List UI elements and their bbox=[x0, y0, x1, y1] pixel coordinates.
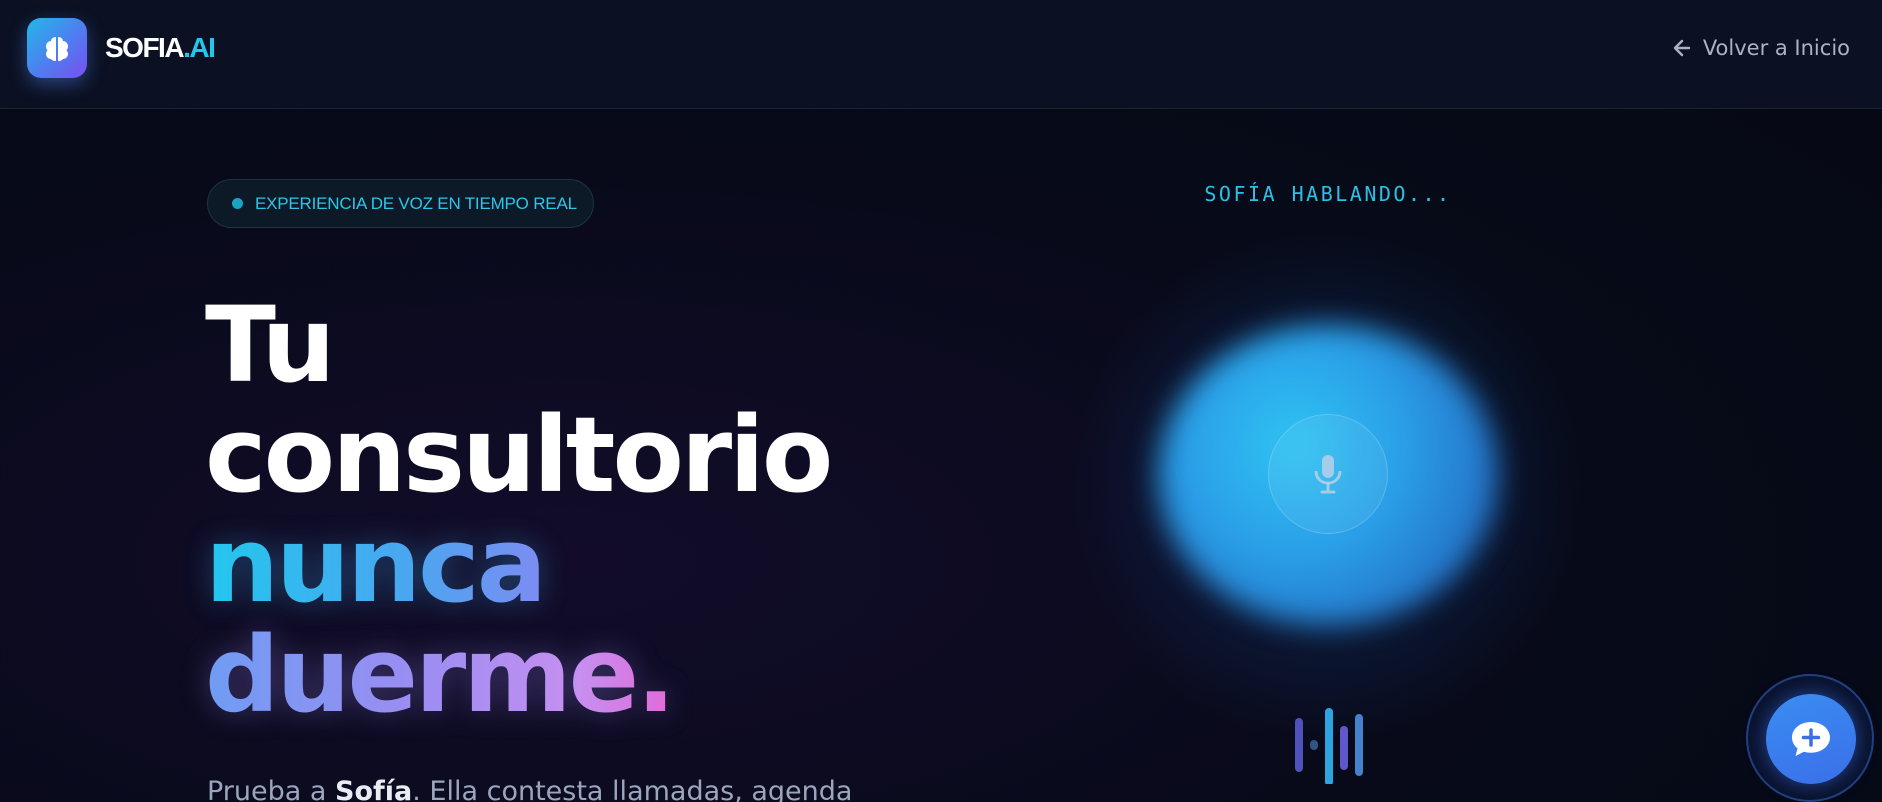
badge-label: EXPERIENCIA DE VOZ EN TIEMPO REAL bbox=[255, 193, 577, 213]
status-dot bbox=[232, 198, 243, 209]
audio-wave-icon bbox=[1295, 708, 1363, 784]
headline-line-3: nunca bbox=[205, 504, 547, 626]
subtext-name: Sofía bbox=[335, 776, 413, 802]
subtext-prefix: Prueba a bbox=[207, 776, 336, 802]
brain-icon bbox=[46, 37, 68, 61]
realtime-voice-badge: EXPERIENCIA DE VOZ EN TIEMPO REAL bbox=[207, 179, 594, 228]
chat-plus-icon bbox=[1792, 722, 1830, 756]
logo[interactable] bbox=[27, 18, 87, 78]
top-navigation-bar: SOFIA.AI Volver a Inicio bbox=[0, 0, 1882, 109]
voice-status-label: SOFÍA HABLANDO... bbox=[1204, 182, 1452, 206]
brand-name: SOFIA.AI bbox=[105, 30, 216, 66]
back-link-label: Volver a Inicio bbox=[1702, 36, 1850, 60]
chat-fab-button[interactable] bbox=[1766, 694, 1856, 784]
brand-accent: .AI bbox=[183, 32, 216, 63]
microphone-button[interactable] bbox=[1268, 414, 1388, 534]
headline-line-4: duerme. bbox=[205, 614, 676, 736]
headline-line-2: consultorio bbox=[205, 394, 833, 516]
arrow-left-icon bbox=[1673, 39, 1691, 57]
back-to-home-link[interactable]: Volver a Inicio bbox=[1671, 32, 1850, 64]
microphone-icon bbox=[1314, 455, 1342, 494]
hero-subtext: Prueba a Sofía. Ella contesta llamadas, … bbox=[207, 776, 907, 802]
headline-line-1: Tu bbox=[205, 284, 336, 406]
brand-main: SOFIA bbox=[105, 32, 185, 63]
hero-headline: Tu consultorio nunca duerme. bbox=[205, 290, 925, 730]
subtext-rest: . Ella contesta llamadas, agenda bbox=[412, 776, 853, 802]
